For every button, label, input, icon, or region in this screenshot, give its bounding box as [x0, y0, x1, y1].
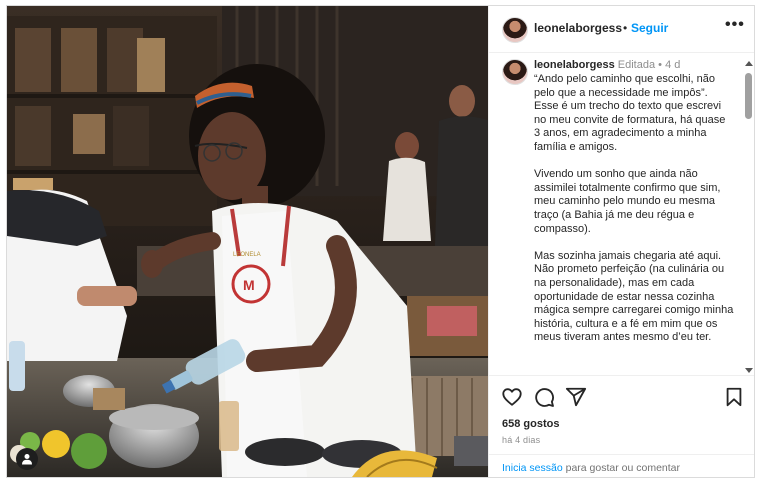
caption-avatar[interactable]	[502, 59, 528, 85]
kitchen-photo-illustration: M LEONELA	[7, 6, 488, 477]
post-date[interactable]: há 4 dias	[502, 435, 540, 445]
caption-separator: •	[658, 59, 662, 71]
caption-area[interactable]: leonelaborgess Editada • 4 d “Ando pelo …	[489, 53, 754, 375]
post-photo[interactable]: M LEONELA	[7, 6, 488, 477]
edited-label: Editada	[617, 59, 656, 71]
caption-time: 4 d	[665, 59, 681, 71]
login-suffix: para gostar ou comentar	[562, 462, 681, 474]
instagram-post-embed: M LEONELA leonelaborgess • Seguir ••• le…	[6, 5, 755, 478]
caption-text: “Ando pelo caminho que escolhi, não pelo…	[534, 73, 734, 344]
user-tag-button[interactable]	[16, 448, 38, 470]
user-tag-icon	[22, 454, 32, 465]
login-link[interactable]: Inicia sessão	[502, 462, 563, 474]
scroll-down-icon[interactable]	[745, 368, 753, 373]
svg-text:M: M	[243, 277, 255, 293]
share-icon[interactable]	[565, 386, 587, 408]
header-separator: •	[623, 21, 628, 35]
likes-count[interactable]: 658 gostos	[502, 418, 559, 430]
post-sidebar: leonelaborgess • Seguir ••• leonelaborge…	[488, 6, 754, 477]
caption-meta: leonelaborgess Editada • 4 d	[534, 59, 680, 71]
apron-name-text: LEONELA	[233, 252, 261, 258]
caption-username[interactable]: leonelaborgess	[534, 59, 615, 71]
heart-icon[interactable]	[501, 386, 523, 408]
header-username[interactable]: leonelaborgess	[534, 21, 622, 35]
avatar[interactable]	[502, 17, 528, 43]
comment-icon[interactable]	[533, 386, 555, 408]
follow-button[interactable]: Seguir	[631, 21, 668, 35]
scroll-up-icon[interactable]	[745, 61, 753, 66]
post-header: leonelaborgess • Seguir •••	[489, 6, 754, 53]
bookmark-icon[interactable]	[723, 386, 745, 408]
more-options-icon[interactable]: •••	[725, 16, 745, 34]
login-prompt: Inicia sessão para gostar ou comentar	[489, 454, 754, 477]
scrollbar-thumb[interactable]	[745, 73, 752, 119]
post-actions: 658 gostos há 4 dias Inicia sessão para …	[489, 375, 754, 477]
caption-scrollbar[interactable]	[742, 61, 754, 373]
